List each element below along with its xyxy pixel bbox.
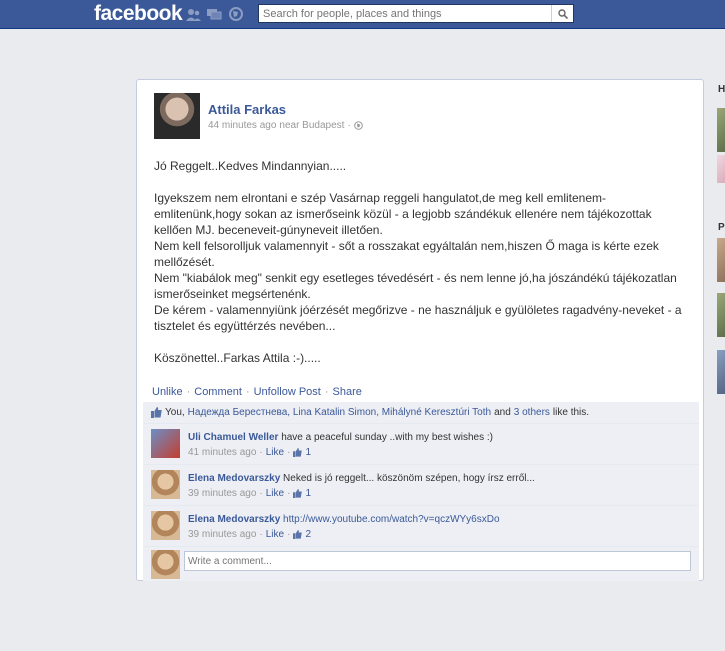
comment-time[interactable]: 41 minutes ago [188,447,256,458]
comment-meta: 41 minutes ago · Like · 1 [188,447,311,458]
post-paragraph: Nem kell felsorolljuk valamennyit - sőt … [154,239,659,269]
top-bar: facebook [0,0,725,29]
post-paragraph: Igyekszem nem elrontani e szép Vasárnap … [154,191,652,237]
comment-item: Uli Chamuel Weller have a peaceful sunda… [143,424,699,465]
unlike-link[interactable]: Unlike [152,386,183,398]
feedback-section: You, Надежда Берестнева, Lina Katalin Si… [143,402,699,581]
write-comment-row [143,547,699,581]
likes-you: You, [165,407,185,418]
commenter-name[interactable]: Elena Medovarszky [188,514,280,525]
search-icon [557,8,568,19]
comment-like-count[interactable]: 2 [305,529,311,540]
post-paragraph: De kérem - valamennyiünk jóérzését megőr… [154,303,682,333]
author-name-link[interactable]: Attila Farkas [208,102,286,117]
comment-item: Elena Medovarszky http://www.youtube.com… [143,506,699,547]
messages-icon[interactable] [207,7,222,21]
search-input[interactable] [259,5,551,22]
comment-like-link[interactable]: Like [266,529,284,540]
sidebar-thumbnail[interactable] [717,350,725,394]
sidebar-thumbnail[interactable] [717,155,725,183]
friend-requests-icon[interactable] [186,7,201,21]
comment-like-link[interactable]: Like [266,488,284,499]
audience-globe-icon[interactable] [353,121,363,130]
notifications-globe-icon[interactable] [228,7,243,21]
comment-text: Neked is jó reggelt... köszönöm szépen, … [283,473,535,484]
write-comment-input[interactable] [184,551,691,571]
comment-link[interactable]: Comment [194,386,242,398]
comment-time[interactable]: 39 minutes ago [188,488,256,499]
comment-like-count[interactable]: 1 [305,447,311,458]
post-paragraph: Köszönettel..Farkas Attila :-)..... [154,351,321,365]
comment-like-count[interactable]: 1 [305,488,311,499]
commenter-name[interactable]: Elena Medovarszky [188,473,280,484]
commenter-avatar[interactable] [151,470,180,499]
meta-separator: · [347,120,351,131]
post-time[interactable]: 44 minutes ago [208,120,276,131]
sidebar-thumbnail[interactable] [717,238,725,282]
share-link[interactable]: Share [333,386,362,398]
comment-item: Elena Medovarszky Neked is jó reggelt...… [143,465,699,506]
post-location[interactable]: near Budapest [279,120,344,131]
thumbs-up-icon [293,448,303,457]
post-actions: Unlike · Comment · Unfollow Post · Share [152,386,362,398]
post-paragraph: Nem "kiabálok meg" senkit egy esetleges … [154,271,677,301]
post-meta: 44 minutes ago near Budapest · [208,120,363,131]
commenter-avatar[interactable] [151,511,180,540]
likes-and: and [494,407,511,418]
viewer-avatar [151,550,180,579]
right-sidebar: H P [713,80,725,480]
likes-summary: You, Надежда Берестнева, Lina Katalin Si… [143,402,699,424]
post-paragraph: Jó Reggelt..Kedves Mindannyian..... [154,159,347,173]
notification-jewels [186,7,243,21]
comment-meta: 39 minutes ago · Like · 2 [188,529,311,540]
comment-text: have a peaceful sunday ..with my best wi… [281,432,493,443]
post-card: Attila Farkas 44 minutes ago near Budape… [136,79,704,581]
sidebar-thumbnail[interactable] [717,293,725,337]
comment-meta: 39 minutes ago · Like · 1 [188,488,311,499]
likes-suffix: like this. [552,407,590,418]
sidebar-thumbnail[interactable] [717,108,725,152]
comment-time[interactable]: 39 minutes ago [188,529,256,540]
post-body: Jó Reggelt..Kedves Mindannyian..... Igye… [154,158,689,366]
unfollow-post-link[interactable]: Unfollow Post [254,386,321,398]
sidebar-heading-p: P [718,222,725,233]
facebook-logo[interactable]: facebook [94,2,183,26]
comment-url-link[interactable]: http://www.youtube.com/watch?v=qczWYy6sx… [283,514,499,525]
thumbs-up-icon [293,530,303,539]
likes-names[interactable]: Надежда Берестнева, Lina Katalin Simon, … [188,407,491,418]
thumbs-up-icon [151,407,162,418]
thumbs-up-icon [293,489,303,498]
search-box [258,4,574,23]
sidebar-heading-h: H [718,84,725,95]
author-avatar[interactable] [154,93,200,139]
likes-others-link[interactable]: 3 others [514,407,550,418]
search-button[interactable] [551,5,573,22]
commenter-avatar[interactable] [151,429,180,458]
commenter-name[interactable]: Uli Chamuel Weller [188,432,278,443]
comment-like-link[interactable]: Like [266,447,284,458]
